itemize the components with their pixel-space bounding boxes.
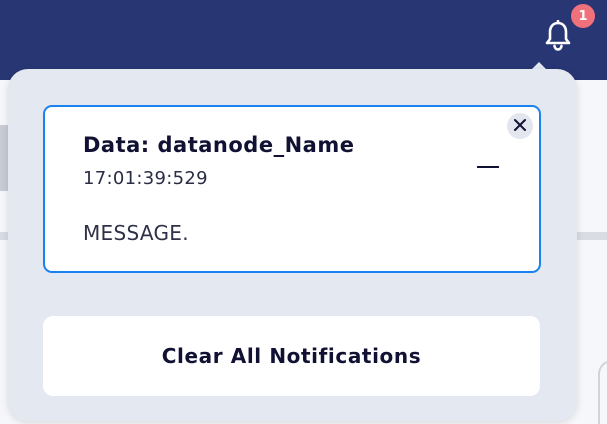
background-element	[598, 360, 607, 424]
background-element	[0, 125, 8, 191]
notification-card: Data: datanode_Name 17:01:39:529 MESSAGE…	[43, 105, 541, 273]
clear-all-notifications-button[interactable]: Clear All Notifications	[43, 316, 540, 396]
close-icon	[513, 117, 527, 136]
notification-minimize-button[interactable]	[475, 147, 505, 173]
notifications-bell-button[interactable]	[540, 19, 576, 56]
notification-timestamp: 17:01:39:529	[83, 168, 208, 189]
minimize-icon	[477, 166, 499, 168]
notification-close-button[interactable]	[507, 113, 533, 139]
clear-all-label: Clear All Notifications	[161, 344, 422, 368]
top-header-bar	[0, 0, 607, 80]
notification-title: Data: datanode_Name	[83, 133, 355, 157]
bell-icon	[543, 19, 573, 56]
notification-message: MESSAGE.	[83, 221, 189, 245]
notification-count-badge: 1	[571, 4, 595, 28]
